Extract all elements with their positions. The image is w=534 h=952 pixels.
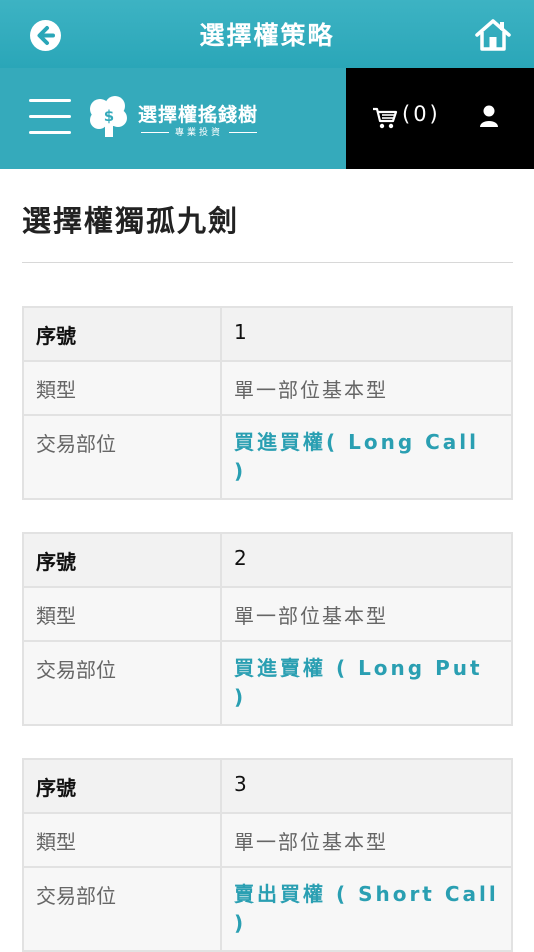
type-value: 單一部位基本型 <box>220 812 513 868</box>
type-label: 類型 <box>22 360 222 416</box>
brand-tagline-text: 專業投資 <box>174 128 223 138</box>
home-icon[interactable] <box>474 18 512 56</box>
seq-label: 序號 <box>22 532 222 588</box>
position-link[interactable]: 買進賣權 ( Long Put ) <box>220 640 513 726</box>
strategy-table: 序號 3 類型 單一部位基本型 交易部位 賣出買權 ( Short Call ) <box>22 758 513 952</box>
seq-label: 序號 <box>22 758 222 814</box>
type-label: 類型 <box>22 586 222 642</box>
brand-bar: $ 選擇權搖錢樹 專業投資 (0) <box>0 68 534 169</box>
position-link[interactable]: 買進買權( Long Call ) <box>220 414 513 500</box>
seq-value: 1 <box>220 306 513 362</box>
position-label: 交易部位 <box>22 866 222 952</box>
type-label: 類型 <box>22 812 222 868</box>
user-icon[interactable] <box>478 104 500 132</box>
type-value: 單一部位基本型 <box>220 360 513 416</box>
strategy-table: 序號 2 類型 單一部位基本型 交易部位 買進賣權 ( Long Put ) <box>22 532 513 726</box>
position-label: 交易部位 <box>22 640 222 726</box>
svg-text:$: $ <box>104 107 114 125</box>
cart-count[interactable]: (0) <box>402 102 441 126</box>
type-value: 單一部位基本型 <box>220 586 513 642</box>
section-heading: 選擇權獨孤九劍 <box>22 204 240 238</box>
seq-label: 序號 <box>22 306 222 362</box>
money-tree-logo-icon[interactable]: $ <box>88 96 130 142</box>
brand-tagline: 專業投資 <box>140 125 258 138</box>
page-title: 選擇權策略 <box>199 21 335 50</box>
title-bar: 選擇權策略 <box>0 0 534 68</box>
position-label: 交易部位 <box>22 414 222 500</box>
divider <box>22 262 513 263</box>
brand-name: 選擇權搖錢樹 <box>138 104 259 126</box>
seq-value: 2 <box>220 532 513 588</box>
cart-icon[interactable] <box>372 106 398 134</box>
hamburger-menu-icon[interactable] <box>29 99 71 135</box>
seq-value: 3 <box>220 758 513 814</box>
strategy-table: 序號 1 類型 單一部位基本型 交易部位 買進買權( Long Call ) <box>22 306 513 500</box>
position-link[interactable]: 賣出買權 ( Short Call ) <box>220 866 513 952</box>
